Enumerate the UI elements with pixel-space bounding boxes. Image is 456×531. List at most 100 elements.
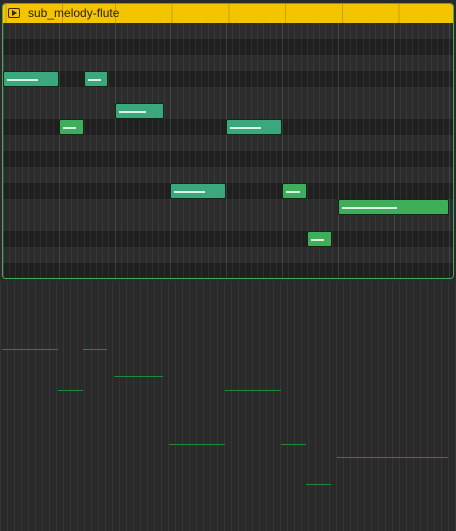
grid-line	[145, 23, 147, 278]
bar-line	[170, 23, 172, 278]
grid-line	[368, 23, 370, 278]
grid-line	[263, 23, 265, 278]
note-velocity-indicator	[310, 239, 325, 241]
midi-note[interactable]	[337, 199, 450, 215]
velocity-line[interactable]	[305, 484, 331, 485]
grid-line	[220, 23, 221, 278]
bar-line	[114, 23, 116, 278]
note-velocity-indicator	[7, 79, 38, 81]
grid-line	[412, 23, 414, 278]
velocity-line[interactable]	[113, 376, 164, 377]
midi-note[interactable]	[114, 103, 165, 119]
grid-line	[406, 23, 407, 278]
grid-line	[381, 23, 383, 278]
grid-line	[251, 23, 252, 278]
grid-line	[71, 23, 73, 278]
bar-line	[449, 23, 451, 278]
grid-line	[430, 23, 432, 278]
midi-note[interactable]	[170, 183, 227, 199]
grid-line	[40, 23, 42, 278]
velocity-line[interactable]	[57, 389, 83, 391]
grid-line	[387, 23, 389, 278]
grid-line	[9, 23, 11, 278]
velocity-line[interactable]	[2, 349, 58, 350]
grid-line	[96, 23, 97, 278]
midi-note[interactable]	[83, 71, 109, 87]
midi-note[interactable]	[3, 71, 59, 87]
grid-line	[344, 23, 345, 278]
note-velocity-indicator	[286, 191, 300, 193]
grid-line	[294, 23, 296, 278]
grid-line	[83, 23, 85, 278]
bar-line	[58, 23, 60, 278]
grid-line	[356, 23, 358, 278]
grid-line	[238, 23, 240, 278]
velocity-line[interactable]	[82, 349, 108, 350]
grid-line	[244, 23, 246, 278]
grid-line	[89, 23, 91, 278]
grid-line	[139, 23, 141, 278]
midi-note[interactable]	[226, 119, 282, 135]
grid-line	[257, 23, 259, 278]
grid-line	[127, 23, 128, 278]
velocity-line[interactable]	[336, 457, 449, 458]
grid-line	[300, 23, 302, 278]
grid-line	[133, 23, 135, 278]
grid-line	[232, 23, 234, 278]
grid-line	[443, 23, 445, 278]
bar-line	[3, 23, 4, 278]
grid-line	[201, 23, 203, 278]
midi-region[interactable]: sub_melody-flute	[2, 3, 454, 279]
grid-line	[158, 23, 159, 278]
grid-line	[375, 23, 376, 278]
grid-line	[195, 23, 197, 278]
piano-roll-grid[interactable]	[3, 23, 453, 278]
grid-line	[151, 23, 153, 278]
grid-line	[399, 23, 401, 278]
grid-line	[207, 23, 209, 278]
note-velocity-indicator	[174, 191, 206, 193]
grid-line	[418, 23, 420, 278]
grid-line	[350, 23, 352, 278]
grid-line	[182, 23, 184, 278]
grid-line	[288, 23, 290, 278]
grid-line	[65, 23, 66, 278]
play-icon[interactable]	[8, 8, 20, 18]
grid-line	[120, 23, 122, 278]
grid-line	[164, 23, 166, 278]
bar-line	[337, 23, 339, 278]
region-title: sub_melody-flute	[28, 6, 120, 20]
velocity-lane[interactable]	[0, 281, 456, 531]
grid-line	[52, 23, 54, 278]
note-velocity-indicator	[118, 111, 146, 113]
grid-line	[424, 23, 426, 278]
bar-line	[282, 23, 283, 278]
region-header[interactable]: sub_melody-flute	[3, 4, 453, 23]
velocity-line[interactable]	[169, 443, 226, 445]
grid-line	[27, 23, 29, 278]
grid-line	[77, 23, 79, 278]
grid-line	[189, 23, 190, 278]
grid-line	[331, 23, 333, 278]
note-velocity-indicator	[62, 127, 77, 129]
bar-line	[226, 23, 228, 278]
midi-note[interactable]	[306, 231, 332, 247]
midi-note[interactable]	[58, 119, 84, 135]
velocity-line[interactable]	[225, 389, 281, 391]
grid-line	[102, 23, 104, 278]
grid-line	[15, 23, 17, 278]
velocity-line[interactable]	[281, 443, 306, 445]
note-velocity-indicator	[341, 207, 397, 209]
grid-line	[269, 23, 271, 278]
grid-line	[108, 23, 110, 278]
grid-line	[362, 23, 364, 278]
grid-line	[275, 23, 277, 278]
bar-line	[393, 23, 395, 278]
grid-line	[437, 23, 438, 278]
note-velocity-indicator	[87, 79, 102, 81]
midi-note[interactable]	[282, 183, 307, 199]
grid-line	[34, 23, 35, 278]
grid-line	[46, 23, 48, 278]
grid-line	[213, 23, 215, 278]
grid-line	[176, 23, 178, 278]
